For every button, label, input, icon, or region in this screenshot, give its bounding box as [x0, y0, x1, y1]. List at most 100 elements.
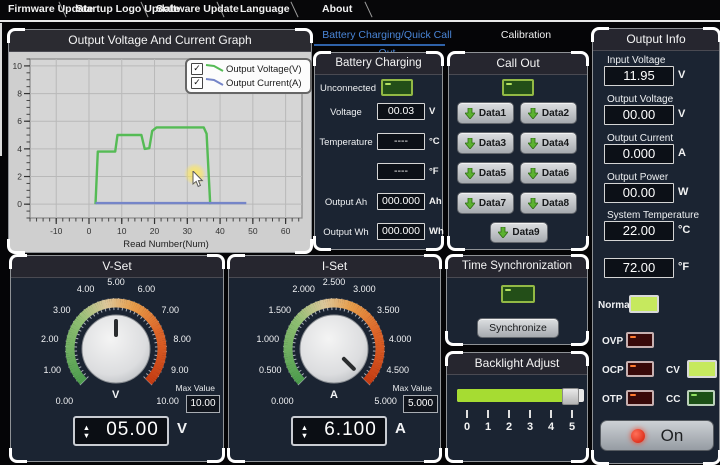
- spin-up-icon[interactable]: ▲: [83, 424, 90, 431]
- vset-max-label: Max Value: [175, 383, 215, 393]
- tab-battery-charging-quick-call-out[interactable]: Battery Charging/Quick Call Out: [314, 26, 460, 47]
- iset-value: 6.100: [316, 418, 385, 444]
- data9-button[interactable]: Data9: [490, 222, 548, 243]
- panel-corner: [426, 236, 444, 251]
- svg-text:8: 8: [17, 89, 22, 99]
- left-edge-line: [0, 23, 2, 156]
- data2-button[interactable]: Data2: [520, 102, 577, 124]
- time-sync-panel: Time Synchronization Synchronize: [446, 255, 588, 345]
- dial-scale-label: 1.000: [251, 334, 285, 344]
- svg-text:50: 50: [248, 226, 258, 236]
- svg-text:0: 0: [17, 199, 22, 209]
- dial-scale-label: 4.500: [381, 365, 415, 375]
- synchronize-button[interactable]: Synchronize: [477, 318, 559, 338]
- dial-unit-label: V: [112, 389, 119, 401]
- output-value-fahrenheit: 72.00: [604, 258, 674, 278]
- menu-item-about[interactable]: About: [322, 3, 352, 15]
- battery-label-output-wh: Output Wh: [317, 227, 375, 238]
- battery-label-output-ah: Output Ah: [317, 197, 375, 208]
- normal-led: [629, 295, 659, 313]
- vset-spinner-arrows[interactable]: ▲ ▼: [75, 418, 98, 444]
- battery-unit-0: V: [429, 106, 435, 117]
- legend-line-sample: [205, 74, 224, 92]
- spin-down-icon[interactable]: ▼: [301, 432, 308, 439]
- panel-corner: [571, 448, 589, 463]
- dial-scale-label: 8.00: [165, 334, 199, 344]
- menu-item-language[interactable]: Language: [240, 3, 290, 15]
- menu-item-software-update[interactable]: Software Update: [156, 3, 239, 15]
- unconnected-label: Unconnected: [320, 83, 376, 94]
- vset-max-value: 10.00: [186, 395, 220, 413]
- menu-bar: Firmware UpdateStartup Logo UpdateSoftwa…: [0, 0, 720, 19]
- download-icon: [528, 108, 538, 119]
- svg-text:Read Number(Num): Read Number(Num): [123, 239, 209, 250]
- iset-max-label: Max Value: [392, 383, 432, 393]
- data2-label: Data2: [542, 108, 569, 119]
- vset-spinner[interactable]: ▲ ▼ 05.00: [73, 416, 169, 446]
- output-unit-1: V: [678, 108, 685, 120]
- data1-button[interactable]: Data1: [457, 102, 514, 124]
- svg-text:2: 2: [17, 172, 22, 182]
- power-indicator-icon: [631, 429, 645, 443]
- output-label-system-temperature: System Temperature: [607, 210, 699, 221]
- iset-spinner[interactable]: ▲ ▼ 6.100: [291, 416, 387, 446]
- battery-unit-3: Ah: [429, 196, 442, 207]
- ocp-label: OCP: [602, 365, 624, 376]
- data5-button[interactable]: Data5: [457, 162, 514, 184]
- data7-button[interactable]: Data7: [457, 192, 514, 214]
- legend-entry-output-current-a: ✓Output Current(A): [191, 76, 310, 90]
- iset-max-value: 5.000: [403, 395, 438, 413]
- dial-scale-label: 3.500: [371, 305, 405, 315]
- data8-button[interactable]: Data8: [520, 192, 577, 214]
- vset-panel: V-Set 0.001.002.003.004.005.006.007.008.…: [10, 255, 224, 462]
- svg-text:-10: -10: [50, 226, 63, 236]
- legend-checkbox[interactable]: ✓: [191, 63, 203, 75]
- legend-checkbox[interactable]: ✓: [191, 77, 203, 89]
- data3-button[interactable]: Data3: [457, 132, 514, 154]
- backlight-tick-label-4: 4: [545, 421, 557, 433]
- cc-label: CC: [666, 394, 680, 405]
- download-icon: [465, 108, 475, 119]
- backlight-tick-label-2: 2: [503, 421, 515, 433]
- connection-status-led: [381, 79, 413, 96]
- panel-corner: [447, 236, 465, 251]
- backlight-tick: [466, 410, 468, 418]
- panel-corner: [571, 331, 589, 346]
- data5-label: Data5: [479, 168, 506, 179]
- output-label-input-voltage: Input Voltage: [607, 55, 665, 66]
- menu-separator: [364, 2, 372, 18]
- backlight-tick: [571, 410, 573, 418]
- svg-text:40: 40: [215, 226, 225, 236]
- time-sync-panel-title: Time Synchronization: [447, 256, 587, 278]
- tab-calibration-label: Calibration: [501, 29, 551, 41]
- data4-button[interactable]: Data4: [520, 132, 577, 154]
- svg-text:0: 0: [87, 226, 92, 236]
- output-value-output-power: 00.00: [604, 183, 674, 203]
- app-window: Firmware UpdateStartup Logo UpdateSoftwa…: [0, 0, 720, 465]
- download-icon: [528, 198, 538, 209]
- data6-label: Data6: [542, 168, 569, 179]
- normal-label: Normal: [598, 300, 632, 311]
- otp-led: [626, 390, 654, 406]
- svg-text:6: 6: [17, 116, 22, 126]
- backlight-slider[interactable]: [457, 389, 584, 402]
- power-on-button[interactable]: On: [600, 420, 714, 451]
- data6-button[interactable]: Data6: [520, 162, 577, 184]
- backlight-tick: [550, 410, 552, 418]
- battery-charging-panel: Battery Charging Unconnected Voltage00.0…: [314, 52, 443, 250]
- data8-label: Data8: [542, 198, 569, 209]
- dial-scale-label: 0.000: [265, 396, 299, 406]
- spin-down-icon[interactable]: ▼: [83, 432, 90, 439]
- dial-unit-label: A: [330, 389, 338, 401]
- dial-scale-label: 9.00: [163, 365, 197, 375]
- iset-spinner-arrows[interactable]: ▲ ▼: [293, 418, 316, 444]
- tab-calibration[interactable]: Calibration: [466, 26, 586, 47]
- backlight-tick: [529, 410, 531, 418]
- battery-value-row2: ----: [377, 163, 425, 180]
- spin-up-icon[interactable]: ▲: [301, 424, 308, 431]
- dial-scale-label: 0.500: [253, 365, 287, 375]
- output-value-input-voltage: 11.95: [604, 66, 674, 86]
- dial-scale-label: 10.00: [151, 396, 185, 406]
- vset-value: 05.00: [98, 418, 167, 444]
- backlight-slider-thumb[interactable]: [562, 388, 579, 405]
